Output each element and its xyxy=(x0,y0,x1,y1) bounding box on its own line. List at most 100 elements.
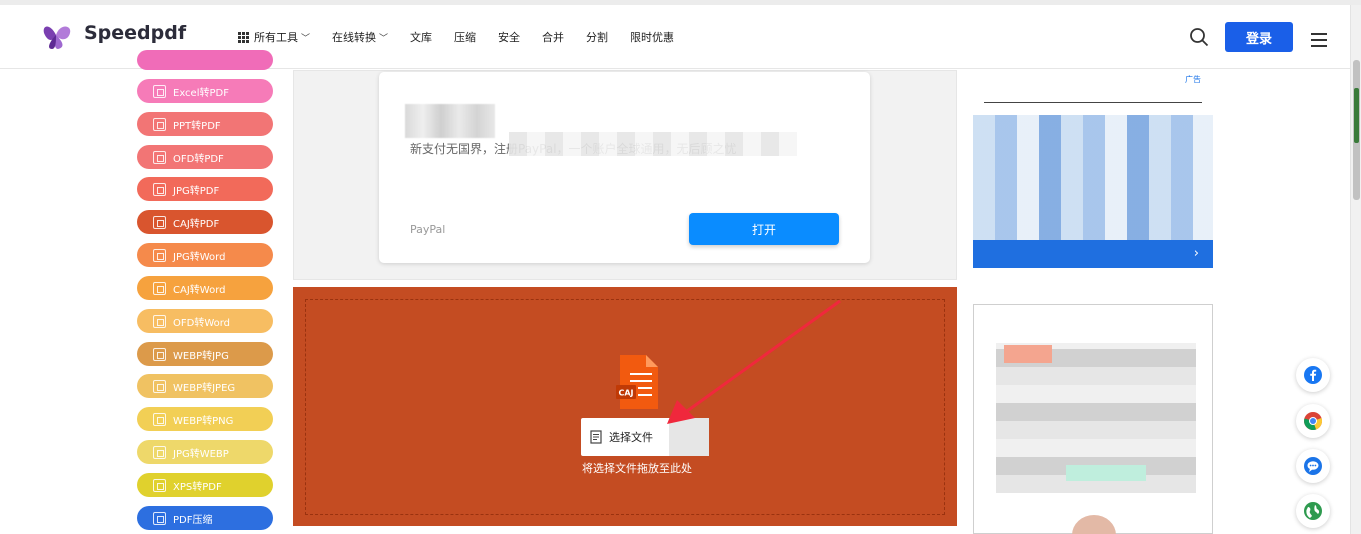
nav-label: 所有工具 xyxy=(254,31,298,44)
tool-item[interactable]: PDF压缩 xyxy=(137,506,273,530)
file-convert-icon xyxy=(153,412,166,426)
brand-name[interactable]: Speedpdf xyxy=(84,22,186,44)
nav-all-tools[interactable]: 所有工具 ﹀ xyxy=(238,29,310,45)
chevron-right-icon: › xyxy=(1193,246,1199,261)
upload-dropzone[interactable]: CAJ 选择文件 将选择文件拖放至此处 xyxy=(293,287,957,526)
grid-icon xyxy=(238,31,249,43)
nav-label: 分割 xyxy=(586,31,609,44)
tool-item[interactable]: WEBP转JPEG xyxy=(137,374,273,398)
ad-image-blurred xyxy=(405,104,495,138)
chevron-down-icon: ﹀ xyxy=(379,33,389,44)
file-convert-icon xyxy=(153,215,166,229)
caj-file-icon: CAJ xyxy=(616,355,658,409)
tool-label: WEBP转JPEG xyxy=(173,382,236,394)
ad-image-blurred xyxy=(973,115,1213,245)
right-ad-bottom[interactable] xyxy=(973,304,1213,534)
main-nav: 所有工具 ﹀ 在线转换 ﹀ 文库 压缩 安全 合并 分割 限时优惠 xyxy=(238,29,696,45)
file-convert-icon xyxy=(153,445,166,459)
file-convert-icon xyxy=(153,182,166,196)
file-badge: CAJ xyxy=(618,389,633,398)
tool-label: XPS转PDF xyxy=(173,481,222,493)
tool-label: PPT转PDF xyxy=(173,120,221,132)
page-scrollbar[interactable] xyxy=(1350,5,1361,534)
ad-brand: PayPal xyxy=(410,223,446,236)
file-convert-icon xyxy=(153,347,166,361)
tool-item[interactable]: OFD转Word xyxy=(137,309,273,333)
nav-label: 安全 xyxy=(498,31,521,44)
document-icon xyxy=(590,430,602,444)
file-convert-icon xyxy=(153,84,166,98)
tool-item[interactable]: CAJ转Word xyxy=(137,276,273,300)
nav-compress[interactable]: 压缩 xyxy=(454,29,476,45)
chrome-icon xyxy=(1304,412,1323,430)
scrollbar-marker xyxy=(1354,88,1359,143)
file-convert-icon xyxy=(153,281,166,295)
ad-text-blur xyxy=(509,132,797,156)
file-convert-icon xyxy=(153,478,166,492)
nav-merge[interactable]: 合并 xyxy=(542,29,564,45)
ad-avatar-blurred xyxy=(1072,515,1116,534)
butterfly-logo-icon[interactable] xyxy=(40,19,74,53)
tool-label: CAJ转PDF xyxy=(173,218,220,230)
compress-icon xyxy=(153,511,166,525)
ad-divider xyxy=(984,102,1202,103)
facebook-share-button[interactable] xyxy=(1296,358,1330,392)
choose-file-label: 选择文件 xyxy=(609,431,653,444)
tool-item[interactable]: PPT转PDF xyxy=(137,112,273,136)
tool-label: CAJ转Word xyxy=(173,284,226,296)
tool-label: JPG转WEBP xyxy=(173,448,229,460)
chevron-down-icon: ﹀ xyxy=(301,33,311,44)
facebook-icon xyxy=(1304,366,1322,384)
nav-label: 压缩 xyxy=(454,31,477,44)
tool-label: WEBP转PNG xyxy=(173,415,234,427)
file-convert-icon xyxy=(153,150,166,164)
tool-item[interactable]: CAJ转PDF xyxy=(137,210,273,234)
tool-item-partial[interactable] xyxy=(137,50,273,70)
ad-card[interactable]: 新支付无国界，注册PayPal，一个账户全球通用，无后顾之忧 PayPal 打开 xyxy=(379,72,870,263)
hamburger-menu-icon[interactable] xyxy=(1311,33,1327,47)
nav-online-convert[interactable]: 在线转换 ﹀ xyxy=(332,29,388,45)
nav-offer[interactable]: 限时优惠 xyxy=(630,29,674,45)
tool-label: JPG转PDF xyxy=(173,185,220,197)
file-convert-icon xyxy=(153,379,166,393)
chrome-share-button[interactable] xyxy=(1296,404,1330,438)
ad-tag: 广告 xyxy=(1185,75,1201,84)
tool-item[interactable]: Excel转PDF xyxy=(137,79,273,103)
tool-item[interactable]: XPS转PDF xyxy=(137,473,273,497)
tool-item[interactable]: WEBP转JPG xyxy=(137,342,273,366)
ad-blur-block xyxy=(1004,345,1052,363)
tool-label: PDF压缩 xyxy=(173,514,213,526)
tool-item[interactable]: JPG转Word xyxy=(137,243,273,267)
globe-share-button[interactable] xyxy=(1296,494,1330,528)
chat-share-button[interactable] xyxy=(1296,449,1330,483)
chat-icon xyxy=(1304,457,1322,475)
right-ad-top[interactable]: 广告 › xyxy=(973,70,1213,268)
tool-label: WEBP转JPG xyxy=(173,350,229,362)
annotation-arrow-icon xyxy=(667,299,841,424)
nav-label: 合并 xyxy=(542,31,565,44)
nav-split[interactable]: 分割 xyxy=(586,29,608,45)
login-button[interactable]: 登录 xyxy=(1225,22,1293,52)
tool-label: OFD转Word xyxy=(173,317,231,329)
ad-open-button[interactable]: 打开 xyxy=(689,213,839,245)
file-convert-icon xyxy=(153,117,166,131)
search-icon[interactable] xyxy=(1189,27,1209,47)
nav-library[interactable]: 文库 xyxy=(410,29,432,45)
nav-label: 限时优惠 xyxy=(630,31,675,44)
file-convert-icon xyxy=(153,314,166,328)
tool-label: OFD转PDF xyxy=(173,153,224,165)
globe-icon xyxy=(1304,502,1322,520)
ad-blur-block xyxy=(1066,465,1146,481)
file-convert-icon xyxy=(153,248,166,262)
drop-hint: 将选择文件拖放至此处 xyxy=(582,462,692,475)
tool-item[interactable]: JPG转PDF xyxy=(137,177,273,201)
tool-item[interactable]: OFD转PDF xyxy=(137,145,273,169)
tool-label: JPG转Word xyxy=(173,251,226,263)
nav-label: 在线转换 xyxy=(332,31,377,44)
ad-action-bar[interactable]: › xyxy=(973,240,1213,268)
tool-item[interactable]: JPG转WEBP xyxy=(137,440,273,464)
tool-item[interactable]: WEBP转PNG xyxy=(137,407,273,431)
tool-label: Excel转PDF xyxy=(173,87,229,99)
nav-security[interactable]: 安全 xyxy=(498,29,520,45)
nav-label: 文库 xyxy=(410,31,433,44)
